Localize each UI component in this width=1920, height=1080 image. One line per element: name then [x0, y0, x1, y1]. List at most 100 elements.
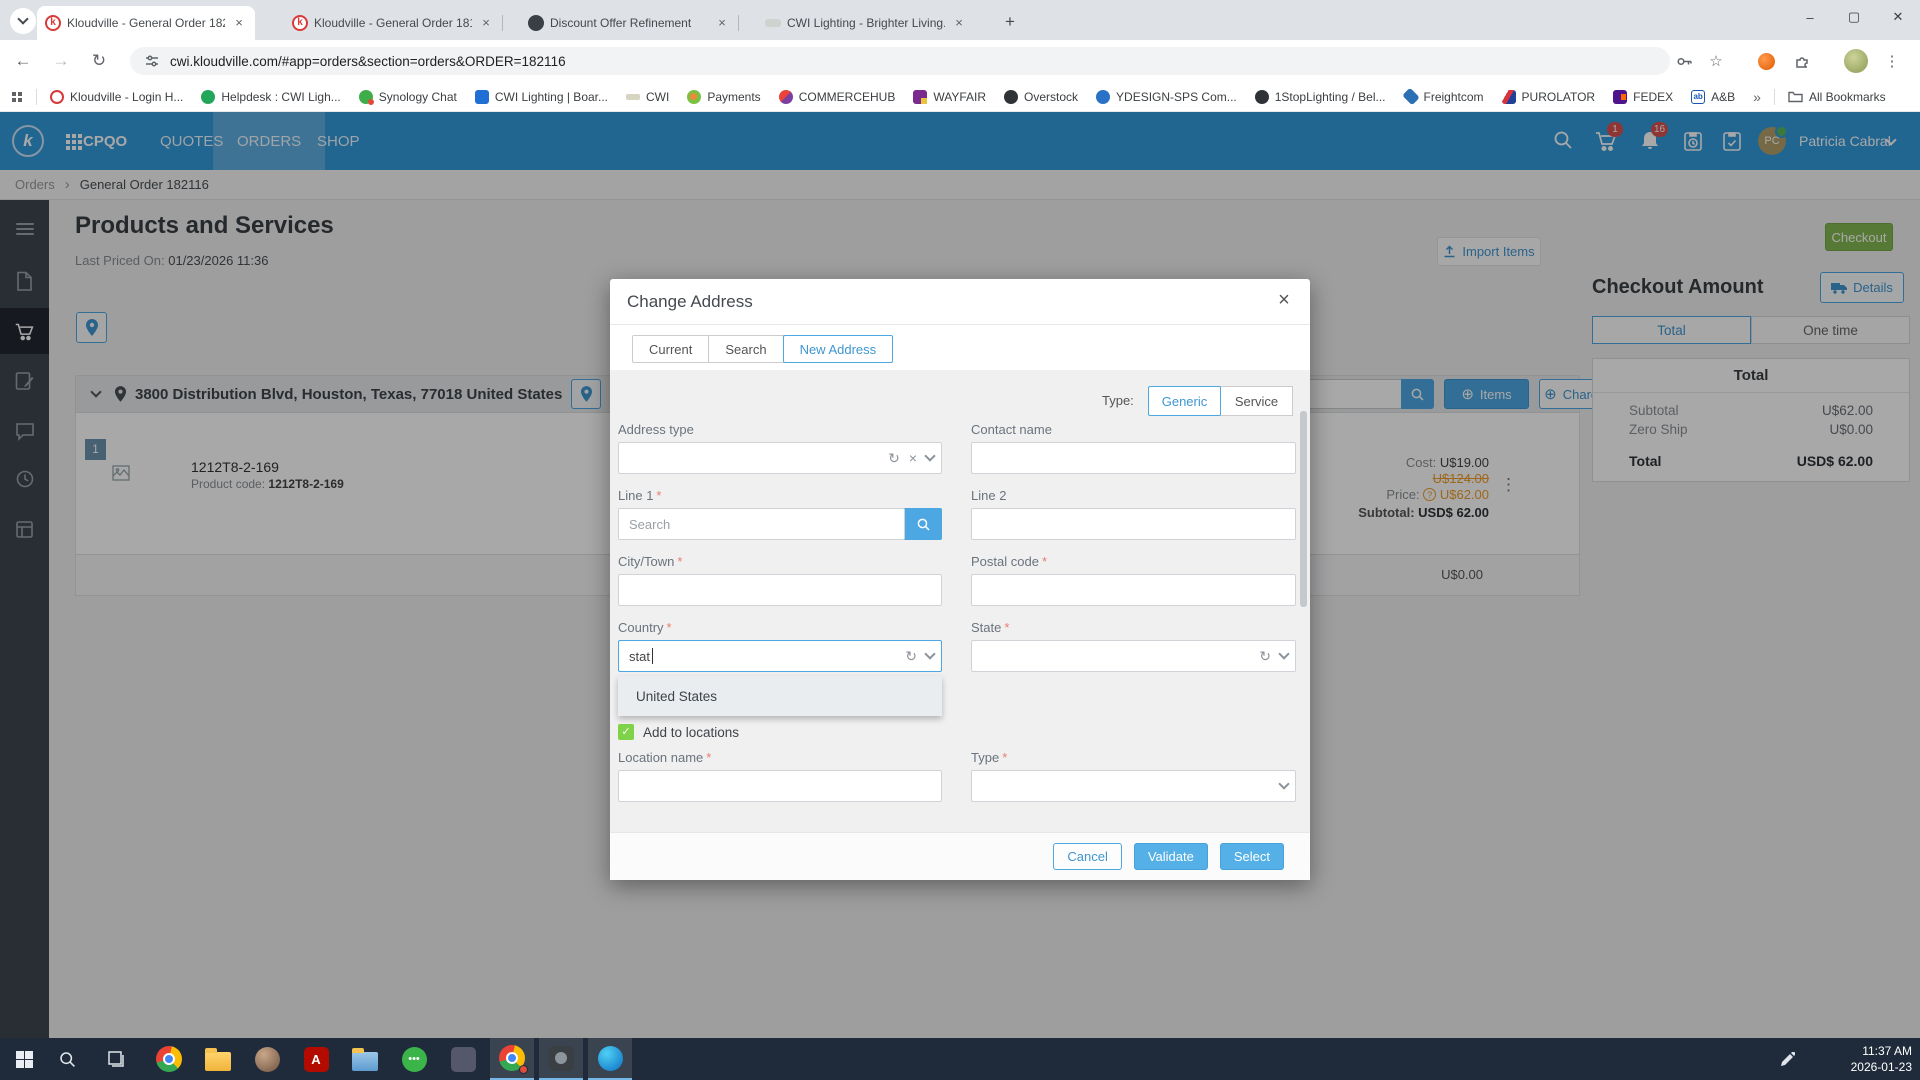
contact-name-input[interactable] [971, 442, 1296, 474]
bookmark-ab[interactable]: abA&B [1691, 90, 1735, 104]
tab-search-button[interactable] [10, 8, 36, 34]
chrome-running-app-icon[interactable] [490, 1038, 534, 1080]
bookmark-ydesign[interactable]: YDESIGN-SPS Com... [1096, 90, 1237, 104]
dark-app-icon[interactable] [441, 1038, 485, 1080]
bookmark-star-icon[interactable]: ☆ [1704, 49, 1728, 73]
browser-tab-4[interactable]: CWI Lighting - Brighter Living. S × [757, 6, 975, 40]
overstock-favicon [1004, 90, 1018, 104]
all-bookmarks-button[interactable]: All Bookmarks [1788, 90, 1886, 104]
bookmark-overstock[interactable]: Overstock [1004, 90, 1078, 104]
bookmarks-overflow-chevron[interactable]: » [1753, 89, 1761, 105]
tab-current[interactable]: Current [632, 335, 709, 363]
modal-scrollbar[interactable] [1300, 411, 1307, 607]
acrobat-app-icon[interactable]: A [294, 1038, 338, 1080]
url-text: cwi.kloudville.com/#app=orders&section=o… [170, 54, 566, 69]
chevron-down-icon[interactable] [924, 450, 935, 461]
type-service-button[interactable]: Service [1220, 386, 1293, 416]
type-generic-button[interactable]: Generic [1148, 386, 1221, 416]
adblock-extension-icon[interactable] [1754, 49, 1778, 73]
close-button[interactable]: ✕ [1876, 0, 1920, 34]
files-app-icon[interactable] [196, 1038, 240, 1080]
chat-app-icon[interactable]: ••• [392, 1038, 436, 1080]
tab-close-icon[interactable]: × [478, 15, 494, 31]
pen-input-icon[interactable] [1772, 1038, 1802, 1080]
tab-title: Kloudville - General Order 1817 [314, 16, 472, 30]
browser-tab-1[interactable]: k Kloudville - General Order 1821 × [37, 6, 255, 40]
select-button[interactable]: Select [1220, 843, 1284, 870]
back-button[interactable]: ← [8, 46, 38, 76]
refresh-icon[interactable]: ↻ [1259, 648, 1271, 665]
postal-code-input[interactable] [971, 574, 1296, 606]
gimp-app-icon[interactable] [245, 1038, 289, 1080]
bookmark-label: CWI [646, 90, 669, 104]
refresh-icon[interactable]: ↻ [888, 450, 900, 467]
country-field: Country* ↻ [618, 620, 942, 672]
tab-close-icon[interactable]: × [231, 15, 247, 31]
tab-close-icon[interactable]: × [951, 15, 967, 31]
bookmark-kloudville[interactable]: Kloudville - Login H... [50, 90, 183, 104]
chrome-app-icon[interactable] [147, 1038, 191, 1080]
browser-menu-icon[interactable]: ⋮ [1880, 49, 1904, 73]
bookmark-cwi-board[interactable]: CWI Lighting | Boar... [475, 90, 608, 104]
profile-avatar[interactable] [1844, 49, 1868, 73]
extensions-puzzle-icon[interactable] [1790, 49, 1814, 73]
bookmark-purolator[interactable]: PUROLATOR [1502, 90, 1596, 104]
kloudville-favicon [50, 90, 64, 104]
bookmark-fedex[interactable]: FEDEX [1613, 90, 1673, 104]
checkbox-checked-icon[interactable]: ✓ [618, 724, 634, 740]
camera-app-icon[interactable] [539, 1038, 583, 1080]
tab-new-address[interactable]: New Address [783, 335, 894, 363]
browser-tab-2[interactable]: k Kloudville - General Order 1817 × [284, 6, 502, 40]
reload-button[interactable]: ↻ [84, 46, 114, 76]
bookmark-payments[interactable]: Payments [687, 90, 760, 104]
password-key-icon[interactable] [1672, 49, 1696, 73]
minimize-button[interactable]: – [1788, 0, 1832, 34]
file-explorer-icon[interactable] [343, 1038, 387, 1080]
country-option-united-states[interactable]: United States [618, 676, 942, 716]
location-name-input[interactable] [618, 770, 942, 802]
chevron-down-icon[interactable] [924, 648, 935, 659]
new-tab-button[interactable]: + [997, 10, 1023, 36]
country-input[interactable] [618, 640, 942, 672]
bookmark-synology[interactable]: Synology Chat [359, 90, 457, 104]
forward-button[interactable]: → [46, 46, 76, 76]
tab-close-icon[interactable]: × [714, 15, 730, 31]
taskbar-clock[interactable]: 11:37 AM 2026-01-23 [1851, 1043, 1912, 1075]
search-icon [916, 517, 931, 532]
bookmark-label: Helpdesk : CWI Ligh... [221, 90, 340, 104]
bookmark-wayfair[interactable]: WAYFAIR [913, 90, 986, 104]
cancel-button[interactable]: Cancel [1053, 843, 1121, 870]
taskbar-search-icon[interactable] [45, 1038, 89, 1080]
line1-search-input[interactable] [618, 508, 905, 540]
chevron-down-icon[interactable] [1278, 648, 1289, 659]
line1-search-button[interactable] [904, 508, 942, 540]
task-view-icon[interactable] [94, 1038, 138, 1080]
validate-button[interactable]: Validate [1134, 843, 1208, 870]
maximize-button[interactable]: ▢ [1832, 0, 1876, 34]
tab-search[interactable]: Search [708, 335, 783, 363]
bookmark-commercehub[interactable]: COMMERCEHUB [779, 90, 896, 104]
refresh-icon[interactable]: ↻ [905, 648, 917, 665]
location-type-select[interactable] [971, 770, 1296, 802]
start-button[interactable] [2, 1038, 46, 1080]
url-bar[interactable]: cwi.kloudville.com/#app=orders&section=o… [130, 47, 1670, 75]
clear-icon[interactable]: × [909, 450, 917, 466]
bookmark-1stoplighting[interactable]: 1StopLighting / Bel... [1255, 90, 1386, 104]
postal-code-field: Postal code* [971, 554, 1296, 606]
city-input[interactable] [618, 574, 942, 606]
cwi-favicon [626, 94, 640, 100]
edge-app-icon[interactable] [588, 1038, 632, 1080]
bookmark-label: YDESIGN-SPS Com... [1116, 90, 1237, 104]
bookmark-label: CWI Lighting | Boar... [495, 90, 608, 104]
browser-tab-3[interactable]: Discount Offer Refinement × [520, 6, 738, 40]
line2-input[interactable] [971, 508, 1296, 540]
bookmark-freightcom[interactable]: Freightcom [1404, 90, 1484, 104]
bookmark-cwi[interactable]: CWI [626, 90, 669, 104]
modal-close-icon[interactable]: × [1272, 289, 1296, 312]
synology-favicon [359, 90, 373, 104]
apps-grid-icon[interactable] [12, 92, 22, 102]
state-input[interactable] [971, 640, 1296, 672]
bookmark-helpdesk[interactable]: Helpdesk : CWI Ligh... [201, 90, 340, 104]
chevron-down-icon[interactable] [1278, 778, 1289, 789]
kloudville-favicon: k [292, 15, 308, 31]
